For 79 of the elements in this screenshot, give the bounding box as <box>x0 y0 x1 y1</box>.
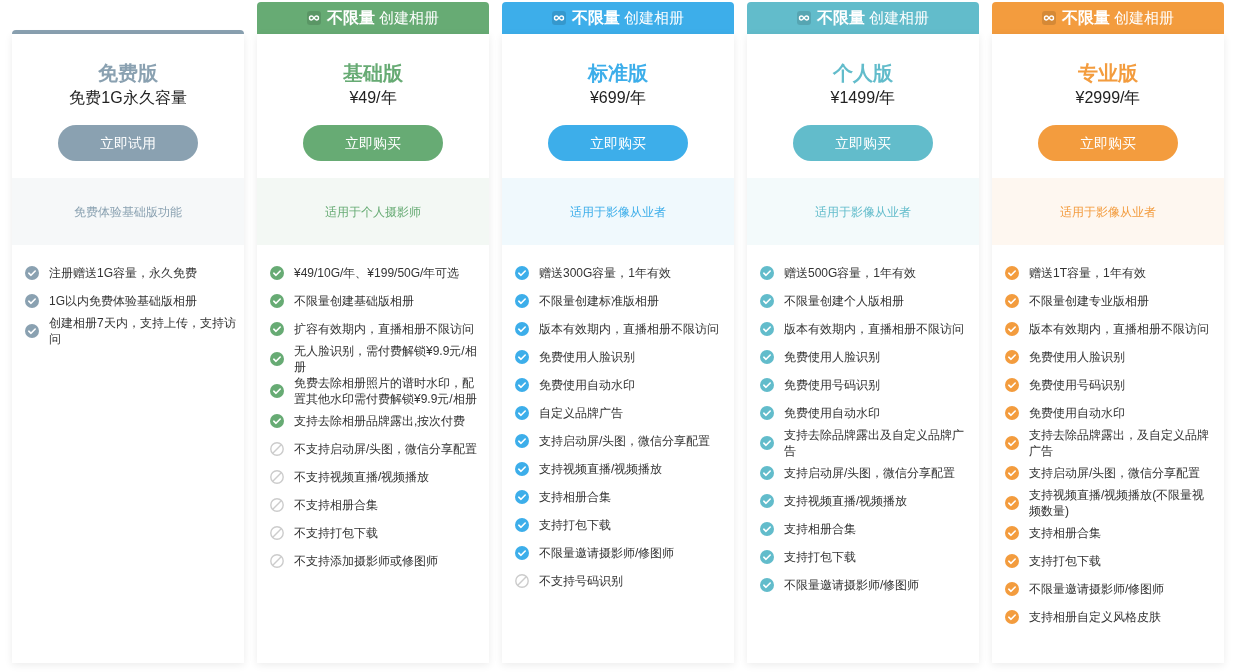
infinity-icon <box>1041 11 1056 25</box>
feature-text: 不限量创建标准版相册 <box>539 293 659 309</box>
feature-text: 无人脸识别，需付费解锁¥9.9元/相册 <box>294 343 478 375</box>
plan-price: ¥699/年 <box>588 88 647 108</box>
feature-text: 不限量邀请摄影师/修图师 <box>784 577 920 593</box>
feature-text: 支持视频直播/视频播放 <box>539 461 663 477</box>
feature-text: 免费使用自动水印 <box>1029 405 1125 421</box>
infinity-icon <box>551 11 566 25</box>
banner-text: 不限量 创建相册 <box>1061 8 1175 28</box>
plan-price: 免费1G永久容量 <box>68 88 188 108</box>
feature-text: 免费使用人脸识别 <box>1029 349 1125 365</box>
feature-text: 免费使用号码识别 <box>784 377 880 393</box>
feature-text: 免费使用人脸识别 <box>539 349 635 365</box>
buy-button[interactable]: 立即购买 <box>793 125 933 161</box>
infinity-icon <box>306 11 321 25</box>
audience-band: 适用于影像从业者 <box>992 178 1224 245</box>
feature-text: 支持视频直播/视频播放 <box>784 493 908 509</box>
feature-text: 不支持视频直播/视频播放 <box>294 469 430 485</box>
plan-name: 免费版 <box>97 61 159 86</box>
feature-text: 支持去除相册品牌露出,按次付费 <box>294 413 466 429</box>
feature-text: 支持打包下载 <box>1029 553 1101 569</box>
feature-text: 免费使用号码识别 <box>1029 377 1125 393</box>
plan-price: ¥49/年 <box>348 88 398 108</box>
feature-text: 支持视频直播/视频播放(不限量视频数量) <box>1029 487 1206 519</box>
feature-text: 不支持添加摄影师或修图师 <box>294 553 438 569</box>
feature-text: 支持打包下载 <box>539 517 611 533</box>
feature-text: 支持相册合集 <box>539 489 611 505</box>
buy-button[interactable]: 立即购买 <box>548 125 688 161</box>
feature-text: 赠送300G容量，1年有效 <box>539 265 672 281</box>
feature-text: 不限量创建基础版相册 <box>294 293 414 309</box>
feature-text: 不支持相册合集 <box>294 497 378 513</box>
feature-text: 支持去除品牌露出，及自定义品牌广告 <box>1029 427 1210 459</box>
audience-band: 适用于个人摄影师 <box>257 178 489 245</box>
feature-text: 不限量创建专业版相册 <box>1029 293 1149 309</box>
feature-text: 扩容有效期内，直播相册不限访问 <box>294 321 474 337</box>
feature-text: 支持去除品牌露出及自定义品牌广告 <box>784 427 965 459</box>
feature-text: 创建相册7天内，支持上传，支持访问 <box>49 315 236 347</box>
feature-text: 不限量邀请摄影师/修图师 <box>539 545 675 561</box>
feature-text: 支持启动屏/头图，微信分享配置 <box>539 433 711 449</box>
feature-text: 赠送1T容量，1年有效 <box>1029 265 1146 281</box>
audience-band: 适用于影像从业者 <box>502 178 734 245</box>
feature-text: 不支持号码识别 <box>539 573 623 589</box>
feature-text: 支持相册自定义风格皮肤 <box>1029 609 1161 625</box>
feature-text: 注册赠送1G容量，永久免费 <box>49 265 197 281</box>
plan-price: ¥2999/年 <box>1074 88 1142 108</box>
plan-price: ¥1499/年 <box>829 88 897 108</box>
plan-name: 个人版 <box>832 61 894 86</box>
feature-text: 免费使用人脸识别 <box>784 349 880 365</box>
audience-band: 免费体验基础版功能 <box>12 178 244 245</box>
feature-text: 自定义品牌广告 <box>539 405 623 421</box>
plan-name: 专业版 <box>1077 61 1139 86</box>
buy-button[interactable]: 立即购买 <box>1038 125 1178 161</box>
audience-band: 适用于影像从业者 <box>747 178 979 245</box>
feature-text: 免费去除相册照片的谱时水印，配置其他水印需付费解锁¥9.9元/相册 <box>294 375 478 407</box>
buy-button[interactable]: 立即试用 <box>58 125 198 161</box>
feature-text: 支持启动屏/头图，微信分享配置 <box>784 465 956 481</box>
feature-text: 不限量邀请摄影师/修图师 <box>1029 581 1165 597</box>
feature-text: 不支持启动屏/头图，微信分享配置 <box>294 441 478 457</box>
feature-text: 1G以内免费体验基础版相册 <box>49 293 197 309</box>
feature-text: 不支持打包下载 <box>294 525 378 541</box>
feature-text: 赠送500G容量，1年有效 <box>784 265 917 281</box>
feature-text: 支持相册合集 <box>1029 525 1101 541</box>
banner-text: 不限量 创建相册 <box>326 8 440 28</box>
feature-text: ¥49/10G/年、¥199/50G/年可选 <box>294 265 460 281</box>
buy-button[interactable]: 立即购买 <box>303 125 443 161</box>
feature-text: 免费使用自动水印 <box>539 377 635 393</box>
plan-name: 标准版 <box>586 61 649 86</box>
banner-text: 不限量 创建相册 <box>816 8 930 28</box>
feature-text: 版本有效期内，直播相册不限访问 <box>784 321 964 337</box>
banner-text: 不限量 创建相册 <box>571 8 685 28</box>
feature-text: 支持相册合集 <box>784 521 856 537</box>
feature-text: 不限量创建个人版相册 <box>784 293 904 309</box>
feature-text: 支持启动屏/头图，微信分享配置 <box>1029 465 1201 481</box>
feature-text: 版本有效期内，直播相册不限访问 <box>1029 321 1209 337</box>
infinity-icon <box>796 11 811 25</box>
feature-text: 免费使用自动水印 <box>784 405 880 421</box>
feature-text: 支持打包下载 <box>784 549 856 565</box>
plan-name: 基础版 <box>342 61 404 86</box>
feature-text: 版本有效期内，直播相册不限访问 <box>539 321 719 337</box>
